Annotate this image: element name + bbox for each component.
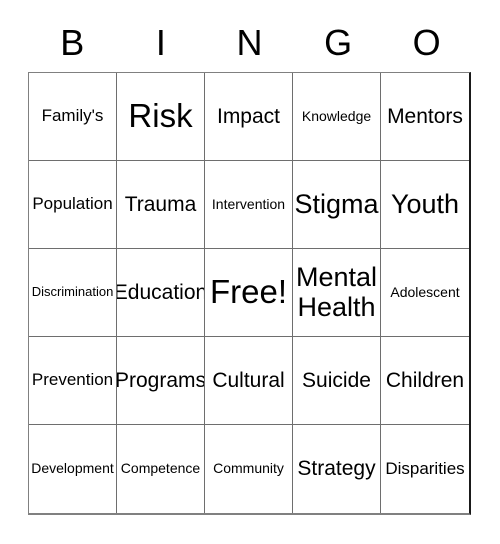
bingo-cell-b5[interactable]: Development bbox=[29, 425, 117, 513]
free-space-label: Free! bbox=[209, 273, 288, 311]
bingo-cell-label: Mentors bbox=[387, 104, 463, 128]
header-letter-i: I bbox=[155, 22, 166, 63]
bingo-cell-i5[interactable]: Competence bbox=[117, 425, 205, 513]
bingo-card: B I N G O Family's Risk Impact Knowledge… bbox=[0, 0, 500, 544]
bingo-cell-label: Trauma bbox=[124, 192, 197, 216]
bingo-cell-o1[interactable]: Mentors bbox=[381, 73, 469, 161]
bingo-cell-g5[interactable]: Strategy bbox=[293, 425, 381, 513]
bingo-cell-b3[interactable]: Discrimination bbox=[29, 249, 117, 337]
bingo-cell-label: Risk bbox=[128, 97, 193, 135]
bingo-cell-n2[interactable]: Intervention bbox=[205, 161, 293, 249]
bingo-cell-o3[interactable]: Adolescent bbox=[381, 249, 469, 337]
header-letter-o: O bbox=[412, 22, 441, 63]
bingo-cell-b2[interactable]: Population bbox=[29, 161, 117, 249]
bingo-cell-n4[interactable]: Cultural bbox=[205, 337, 293, 425]
bingo-cell-label: Intervention bbox=[211, 195, 286, 212]
bingo-cell-i3[interactable]: Education bbox=[117, 249, 205, 337]
bingo-cell-g4[interactable]: Suicide bbox=[293, 337, 381, 425]
bingo-cell-label: Population bbox=[32, 194, 113, 214]
bingo-grid: Family's Risk Impact Knowledge Mentors P… bbox=[28, 72, 471, 515]
bingo-cell-o4[interactable]: Children bbox=[381, 337, 469, 425]
bingo-cell-label: Prevention bbox=[31, 370, 114, 390]
bingo-cell-label: Children bbox=[385, 368, 465, 392]
bingo-cell-label: Strategy bbox=[297, 457, 376, 481]
bingo-cell-label: Competence bbox=[120, 460, 201, 477]
bingo-cell-label: Discrimination bbox=[31, 284, 114, 300]
header-letter-g: G bbox=[324, 22, 353, 63]
bingo-cell-label: Knowledge bbox=[301, 107, 372, 124]
bingo-cell-label: Disparities bbox=[385, 458, 465, 478]
bingo-cell-g3[interactable]: Mental Health bbox=[293, 249, 381, 337]
bingo-cell-label: Development bbox=[31, 460, 114, 477]
bingo-cell-o2[interactable]: Youth bbox=[381, 161, 469, 249]
bingo-cell-label: Adolescent bbox=[390, 283, 460, 300]
bingo-header: B I N G O bbox=[28, 14, 471, 72]
bingo-cell-i2[interactable]: Trauma bbox=[117, 161, 205, 249]
bingo-cell-free-space[interactable]: Free! bbox=[205, 249, 293, 337]
bingo-cell-label: Stigma bbox=[294, 188, 379, 219]
bingo-cell-n1[interactable]: Impact bbox=[205, 73, 293, 161]
bingo-cell-label: Impact bbox=[216, 104, 281, 128]
bingo-cell-i4[interactable]: Programs bbox=[117, 337, 205, 425]
bingo-cell-label: Suicide bbox=[302, 368, 371, 392]
bingo-cell-i1[interactable]: Risk bbox=[117, 73, 205, 161]
bingo-cell-label: Cultural bbox=[212, 368, 285, 392]
bingo-cell-label: Mental Health bbox=[295, 261, 378, 322]
bingo-cell-label: Education bbox=[117, 280, 205, 304]
bingo-cell-b4[interactable]: Prevention bbox=[29, 337, 117, 425]
bingo-cell-label: Youth bbox=[390, 188, 460, 219]
bingo-cell-g2[interactable]: Stigma bbox=[293, 161, 381, 249]
bingo-cell-n5[interactable]: Community bbox=[205, 425, 293, 513]
bingo-cell-g1[interactable]: Knowledge bbox=[293, 73, 381, 161]
bingo-cell-label: Community bbox=[213, 460, 284, 477]
header-letter-n: N bbox=[236, 22, 263, 63]
bingo-cell-o5[interactable]: Disparities bbox=[381, 425, 469, 513]
header-letter-b: B bbox=[60, 22, 85, 63]
bingo-cell-b1[interactable]: Family's bbox=[29, 73, 117, 161]
bingo-cell-label: Programs bbox=[117, 368, 205, 392]
bingo-cell-label: Family's bbox=[41, 106, 104, 126]
